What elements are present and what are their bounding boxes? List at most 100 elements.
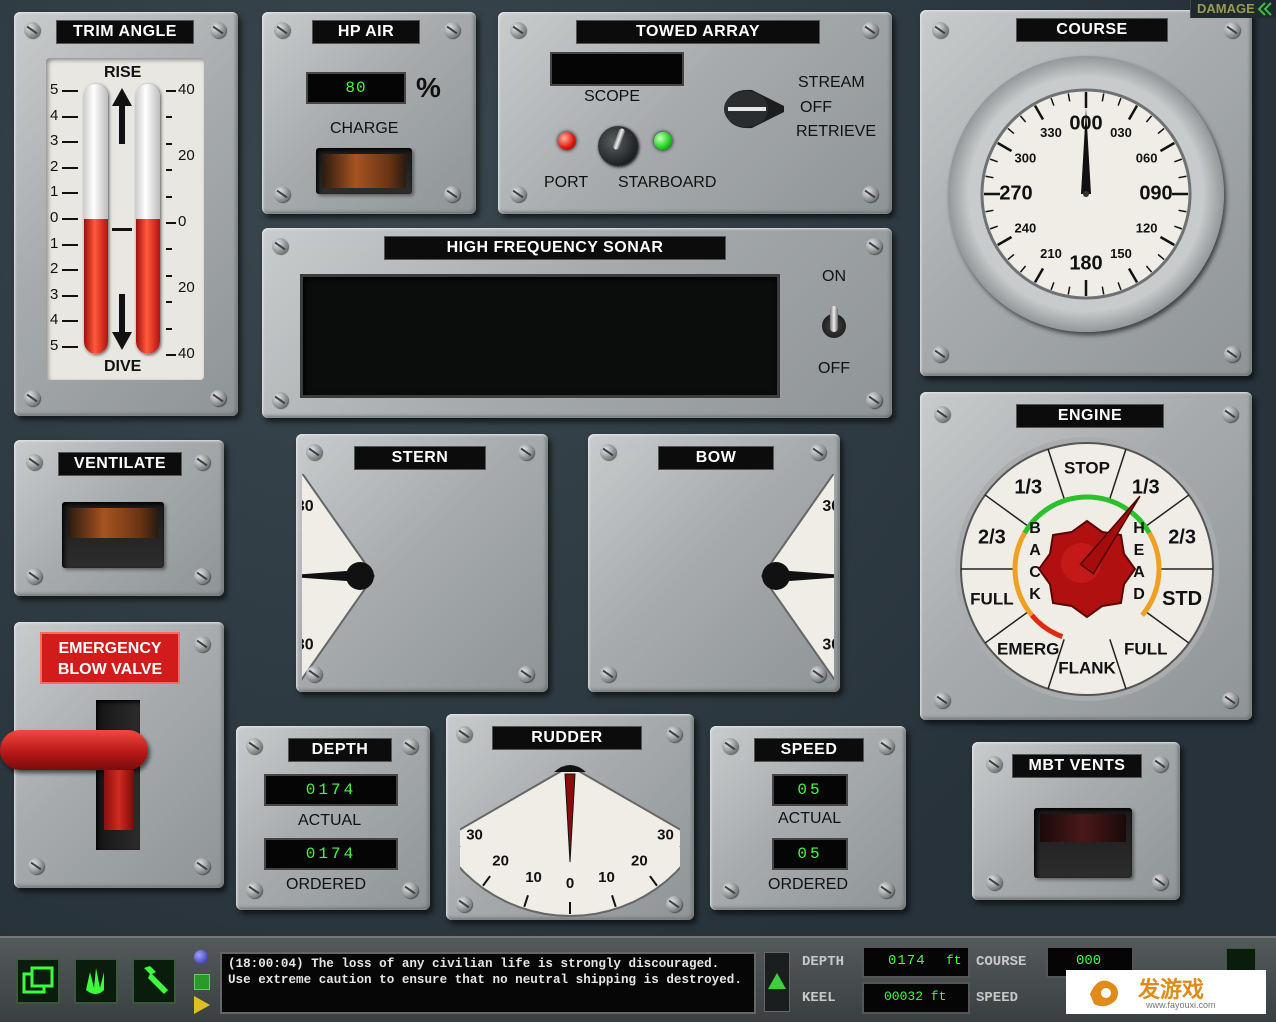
- towed-array-title: TOWED ARRAY: [576, 20, 820, 44]
- emergency-blow-lever-base: [104, 770, 134, 830]
- trim-left-tick-label: 2: [50, 260, 59, 278]
- bottom-keel-label: KEEL: [802, 990, 836, 1006]
- message-log: (18:00:04) The loss of any civilian life…: [220, 952, 756, 1014]
- plane-gauge-hub: [762, 562, 790, 590]
- trim-left-tick-label: 1: [50, 183, 59, 201]
- watermark: 发游戏 www.fayouxi.com: [1066, 970, 1266, 1014]
- sonar-power-toggle[interactable]: [818, 306, 850, 354]
- trim-left-tick-label: 3: [50, 285, 59, 303]
- repair-button[interactable]: [132, 958, 176, 1004]
- trim-dive-label: DIVE: [104, 358, 142, 375]
- emergency-blow-lever[interactable]: [0, 730, 148, 770]
- trim-right-tick: [166, 142, 172, 145]
- hp-air-unit: %: [416, 72, 441, 103]
- trim-gauge-face: RISE DIVE 5 4 3 2 1 0 1 2 3 4 5 40 20 0 20 40: [46, 58, 204, 380]
- bottom-depth-readout: 0174 ft: [862, 946, 970, 978]
- hp-air-charge-button[interactable]: [316, 148, 412, 194]
- course-label: 090: [1139, 182, 1172, 204]
- message-scroll[interactable]: [764, 952, 790, 1012]
- course-label: 150: [1110, 246, 1132, 261]
- hp-air-title: HP AIR: [312, 20, 420, 44]
- course-title: COURSE: [1016, 18, 1168, 42]
- wrench-icon: [144, 966, 168, 994]
- trim-zero-mark: [112, 228, 132, 231]
- course-label: 270: [999, 182, 1032, 204]
- speed-ordered-label: ORDERED: [768, 876, 849, 893]
- course-label: 240: [1015, 220, 1037, 235]
- speed-ordered-readout[interactable]: 05: [772, 838, 848, 870]
- trim-right-tick: [166, 222, 176, 224]
- arrow-up-icon: [768, 973, 786, 989]
- sonar-on-label: ON: [822, 268, 846, 285]
- ventilate-panel: VENTILATE: [14, 440, 224, 596]
- crew-button[interactable]: [74, 958, 118, 1004]
- trim-right-tick: [166, 274, 172, 277]
- course-needle-hub: [1083, 191, 1089, 197]
- plane-gauge-label: 30: [822, 637, 834, 654]
- plane-gauge-label: 30: [302, 498, 314, 515]
- port-label: PORT: [544, 174, 589, 191]
- emergency-blow-label: EMERGENCY BLOW VALVE: [40, 632, 180, 684]
- trim-left-tick: [62, 192, 78, 195]
- course-label: 300: [1015, 150, 1037, 165]
- trim-angle-title: TRIM ANGLE: [56, 20, 194, 44]
- trim-left-tick: [62, 294, 78, 297]
- course-label: 180: [1069, 252, 1102, 274]
- damage-label: DAMAGE: [1197, 1, 1255, 16]
- bottom-right-control[interactable]: [1226, 948, 1256, 972]
- damage-tab[interactable]: DAMAGE: [1190, 0, 1276, 18]
- trim-tube-left: [84, 84, 108, 354]
- depth-title: DEPTH: [288, 738, 392, 762]
- mbt-vents-panel: MBT VENTS: [972, 742, 1180, 900]
- trim-left-tick: [62, 269, 78, 272]
- bottom-depth-label: DEPTH: [802, 954, 845, 970]
- trim-right-tick: [166, 248, 172, 251]
- trim-left-tick: [62, 141, 78, 144]
- depth-ordered-readout[interactable]: 0174: [264, 838, 398, 870]
- course-label: 030: [1110, 125, 1132, 140]
- trim-right-tick-label: 40: [178, 345, 195, 362]
- sonar-off-label: OFF: [818, 360, 850, 377]
- trim-left-tick: [62, 218, 78, 220]
- status-light-green: [194, 974, 210, 990]
- port-starboard-toggle-switch[interactable]: [598, 126, 638, 166]
- course-panel: COURSE 000030060090120150180210240270300…: [920, 10, 1252, 376]
- trim-right-tick-label: 0: [178, 213, 187, 230]
- engine-back-letter: B: [1029, 520, 1041, 537]
- rudder-gauge-hub: [554, 765, 586, 772]
- double-chevron-left-icon: [1257, 2, 1272, 16]
- plane-gauge-label: 30: [822, 498, 834, 515]
- engine-position-label: FULL: [1124, 639, 1167, 658]
- rudder-panel: RUDDER 30 20 10 0 10 20 30: [446, 714, 694, 920]
- trim-left-tick-label: 4: [50, 106, 59, 124]
- speed-actual-label: ACTUAL: [778, 810, 842, 827]
- window-toggle-button[interactable]: [16, 958, 60, 1004]
- engine-ahead-letter: A: [1133, 564, 1145, 581]
- engine-ahead-letter: D: [1133, 586, 1145, 603]
- stream-label: STREAM: [798, 74, 865, 91]
- hp-air-panel: HP AIR 80 % CHARGE: [262, 12, 476, 214]
- trim-rise-label: RISE: [104, 64, 142, 81]
- windows-icon: [22, 966, 54, 994]
- ventilate-button[interactable]: [62, 502, 164, 568]
- ventilate-title: VENTILATE: [58, 452, 182, 476]
- rudder-gauge-label: 0: [566, 875, 574, 892]
- engine-telegraph[interactable]: STOP1/32/3STDFULLFLANKEMERGFULL2/31/3BAC…: [952, 434, 1222, 704]
- course-label: 330: [1040, 125, 1062, 140]
- bow-title: BOW: [658, 446, 774, 470]
- engine-position-label: 1/3: [1132, 476, 1160, 498]
- speed-panel: SPEED 05 ACTUAL 05 ORDERED: [710, 726, 906, 910]
- depth-ordered-label: ORDERED: [286, 876, 367, 893]
- starboard-label: STARBOARD: [618, 174, 717, 191]
- play-icon[interactable]: [194, 996, 212, 1014]
- arrow-up-icon: [112, 88, 132, 144]
- starboard-indicator-light: [654, 132, 672, 150]
- arrow-down-icon: [112, 294, 132, 350]
- bottom-speed-label: SPEED: [976, 990, 1019, 1006]
- bow-gauge: 3020100102030: [760, 474, 834, 681]
- engine-position-label: FULL: [970, 589, 1013, 608]
- stream-retrieve-knob[interactable]: [722, 84, 786, 134]
- stern-panel: STERN 3020100102030: [296, 434, 548, 692]
- depth-actual-label: ACTUAL: [298, 812, 362, 829]
- mbt-vents-button[interactable]: [1034, 808, 1132, 878]
